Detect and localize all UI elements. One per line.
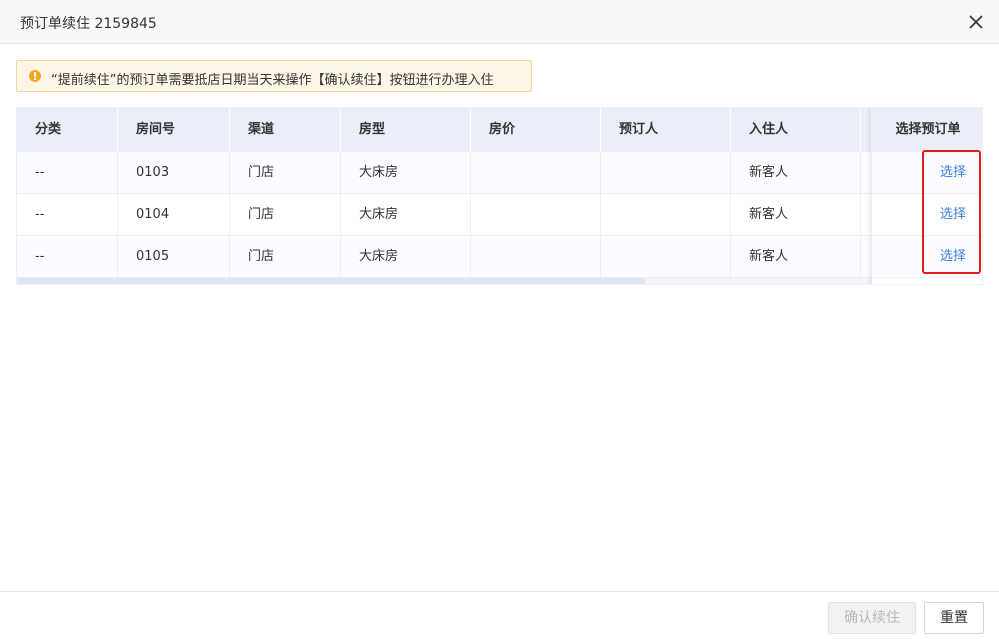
cell-booker — [601, 194, 731, 235]
warning-icon — [29, 70, 41, 82]
action-cell: 选择 — [872, 236, 982, 278]
column-header-channel: 渠道 — [230, 108, 341, 152]
cell-room: 0103 — [118, 152, 230, 193]
cell-channel: 门店 — [230, 194, 341, 235]
action-cell: 选择 — [872, 194, 982, 236]
dialog-title: 预订单续住 2159845 — [20, 16, 157, 32]
cell-room: 0105 — [118, 236, 230, 277]
close-icon — [969, 15, 983, 29]
cell-category: -- — [17, 194, 118, 235]
cell-guest: 新客人 — [731, 236, 861, 277]
cell-booker — [601, 236, 731, 277]
fixed-action-column: 选择预订单 选择 选择 选择 — [872, 108, 982, 284]
column-header-category: 分类 — [17, 108, 118, 152]
column-header-room-type: 房型 — [341, 108, 471, 152]
cell-booker — [601, 152, 731, 193]
cell-price — [471, 152, 601, 193]
dialog-footer: 确认续住 重置 — [0, 591, 999, 639]
table-header: 分类 房间号 渠道 房型 房价 预订人 入住人 — [17, 108, 982, 152]
cell-category: -- — [17, 236, 118, 277]
select-link[interactable]: 选择 — [940, 249, 966, 264]
warning-alert: “提前续住”的预订单需要抵店日期当天来操作【确认续住】按钮进行办理入住 — [16, 60, 532, 92]
column-header-room: 房间号 — [118, 108, 230, 152]
column-header-booker: 预订人 — [601, 108, 731, 152]
reset-button[interactable]: 重置 — [924, 602, 984, 634]
select-link[interactable]: 选择 — [940, 207, 966, 222]
dialog-header: 预订单续住 2159845 — [0, 0, 999, 44]
alert-text: “提前续住”的预订单需要抵店日期当天来操作【确认续住】按钮进行办理入住 — [51, 73, 494, 88]
table-row: -- 0103 门店 大床房 新客人 — [17, 152, 982, 194]
cell-room-type: 大床房 — [341, 194, 471, 235]
horizontal-scrollbar[interactable] — [17, 278, 872, 284]
cell-room-type: 大床房 — [341, 152, 471, 193]
cell-room-type: 大床房 — [341, 236, 471, 277]
column-header-select: 选择预订单 — [872, 108, 982, 152]
close-button[interactable] — [962, 8, 990, 36]
cell-room: 0104 — [118, 194, 230, 235]
booking-table: 分类 房间号 渠道 房型 房价 预订人 入住人 -- 0103 门店 大床房 新… — [16, 107, 983, 285]
table-row: -- 0105 门店 大床房 新客人 — [17, 236, 982, 278]
action-cell: 选择 — [872, 152, 982, 194]
select-link[interactable]: 选择 — [940, 165, 966, 180]
cell-channel: 门店 — [230, 152, 341, 193]
cell-price — [471, 236, 601, 277]
column-header-guest: 入住人 — [731, 108, 861, 152]
cell-guest: 新客人 — [731, 194, 861, 235]
confirm-extend-button[interactable]: 确认续住 — [828, 602, 916, 634]
column-header-spacer — [861, 108, 872, 152]
cell-category: -- — [17, 152, 118, 193]
cell-guest: 新客人 — [731, 152, 861, 193]
cell-channel: 门店 — [230, 236, 341, 277]
scrollbar-thumb[interactable] — [17, 278, 645, 284]
table-row: -- 0104 门店 大床房 新客人 — [17, 194, 982, 236]
cell-price — [471, 194, 601, 235]
column-header-price: 房价 — [471, 108, 601, 152]
